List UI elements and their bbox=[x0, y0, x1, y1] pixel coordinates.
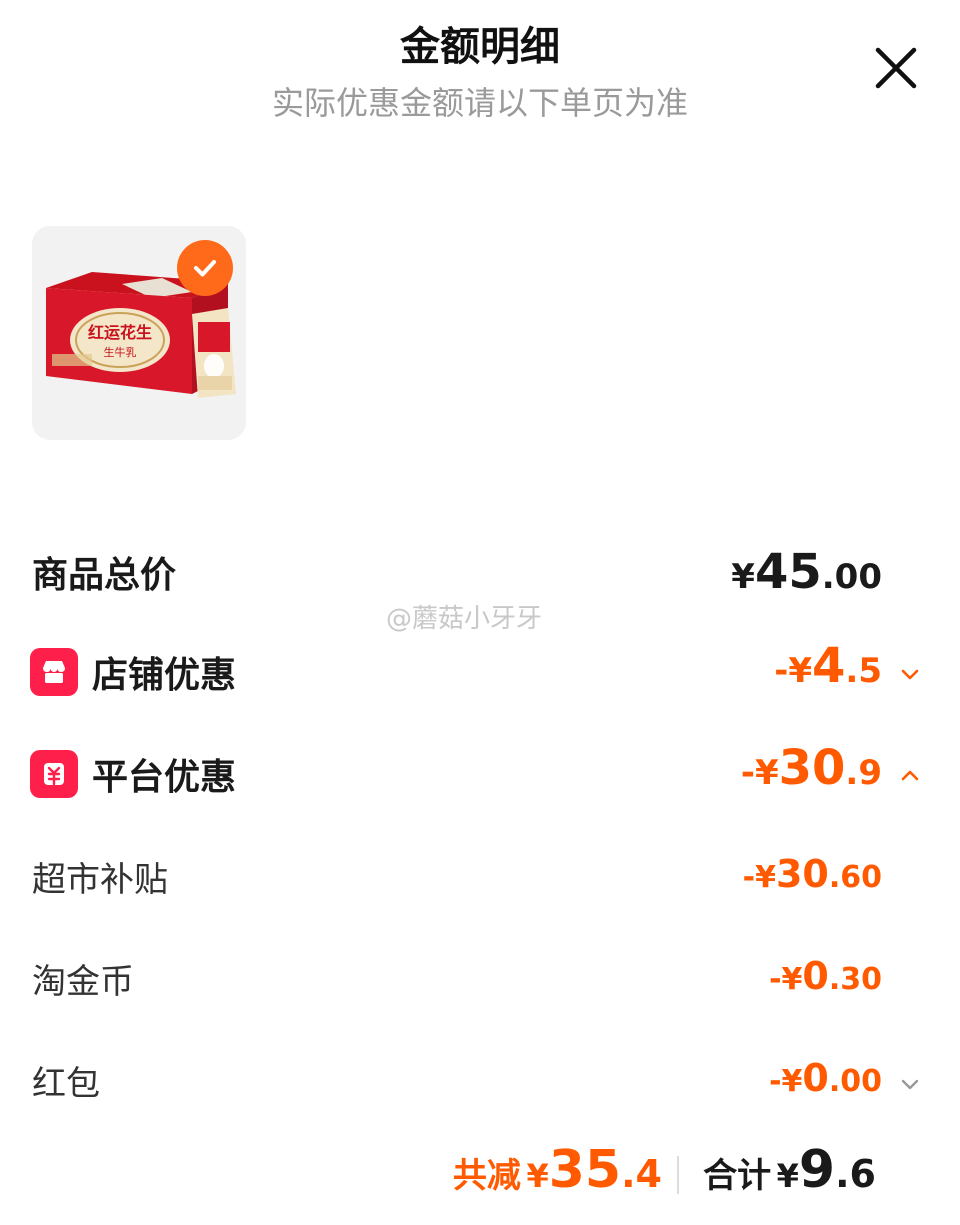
platform-discount-label: 平台优惠 bbox=[92, 757, 237, 798]
chevron-down-icon[interactable] bbox=[898, 662, 922, 686]
sheet-subtitle: 实际优惠金额请以下单页为准 bbox=[271, 84, 688, 122]
detail-amount: -¥30.60 bbox=[742, 852, 882, 896]
total-price-label: 商品总价 bbox=[32, 555, 177, 596]
check-icon bbox=[194, 260, 216, 277]
detail-amount: -¥0.30 bbox=[769, 954, 882, 998]
footer-divider bbox=[677, 1156, 679, 1194]
detail-label: 超市补贴 bbox=[32, 860, 168, 900]
total-price-amount: ¥45.00 bbox=[731, 544, 882, 600]
footer-summary: 共减 ¥35.4 合计 ¥9.6 bbox=[0, 1140, 960, 1210]
detail-amount: -¥0.00 bbox=[769, 1056, 882, 1100]
platform-discount-amount: -¥30.9 bbox=[740, 740, 882, 796]
platform-icon bbox=[30, 750, 78, 798]
watermark-text: @蘑菇小牙牙 bbox=[386, 604, 543, 634]
close-icon bbox=[875, 47, 917, 89]
store-discount-amount: -¥4.5 bbox=[774, 638, 882, 694]
chevron-up-icon[interactable] bbox=[898, 764, 922, 788]
product-image-text-sub: 生牛乳 bbox=[104, 345, 137, 359]
store-discount-label: 店铺优惠 bbox=[92, 655, 237, 696]
product-image-text-main: 红运花生 bbox=[88, 323, 152, 342]
store-icon bbox=[30, 648, 78, 696]
amount-detail-sheet: 金额明细 实际优惠金额请以下单页为准 红运花生 生牛乳 商品总价 ¥45.00 … bbox=[0, 0, 960, 1225]
total-reduce: 共减 ¥35.4 bbox=[452, 1140, 662, 1200]
close-button[interactable] bbox=[872, 44, 920, 92]
chevron-down-icon[interactable] bbox=[898, 1072, 922, 1096]
detail-label: 红包 bbox=[32, 1064, 100, 1104]
selected-check-badge[interactable] bbox=[177, 240, 233, 296]
grand-total: 合计 ¥9.6 bbox=[703, 1140, 876, 1200]
detail-label: 淘金币 bbox=[32, 962, 134, 1002]
sheet-title: 金额明细 bbox=[400, 24, 560, 70]
